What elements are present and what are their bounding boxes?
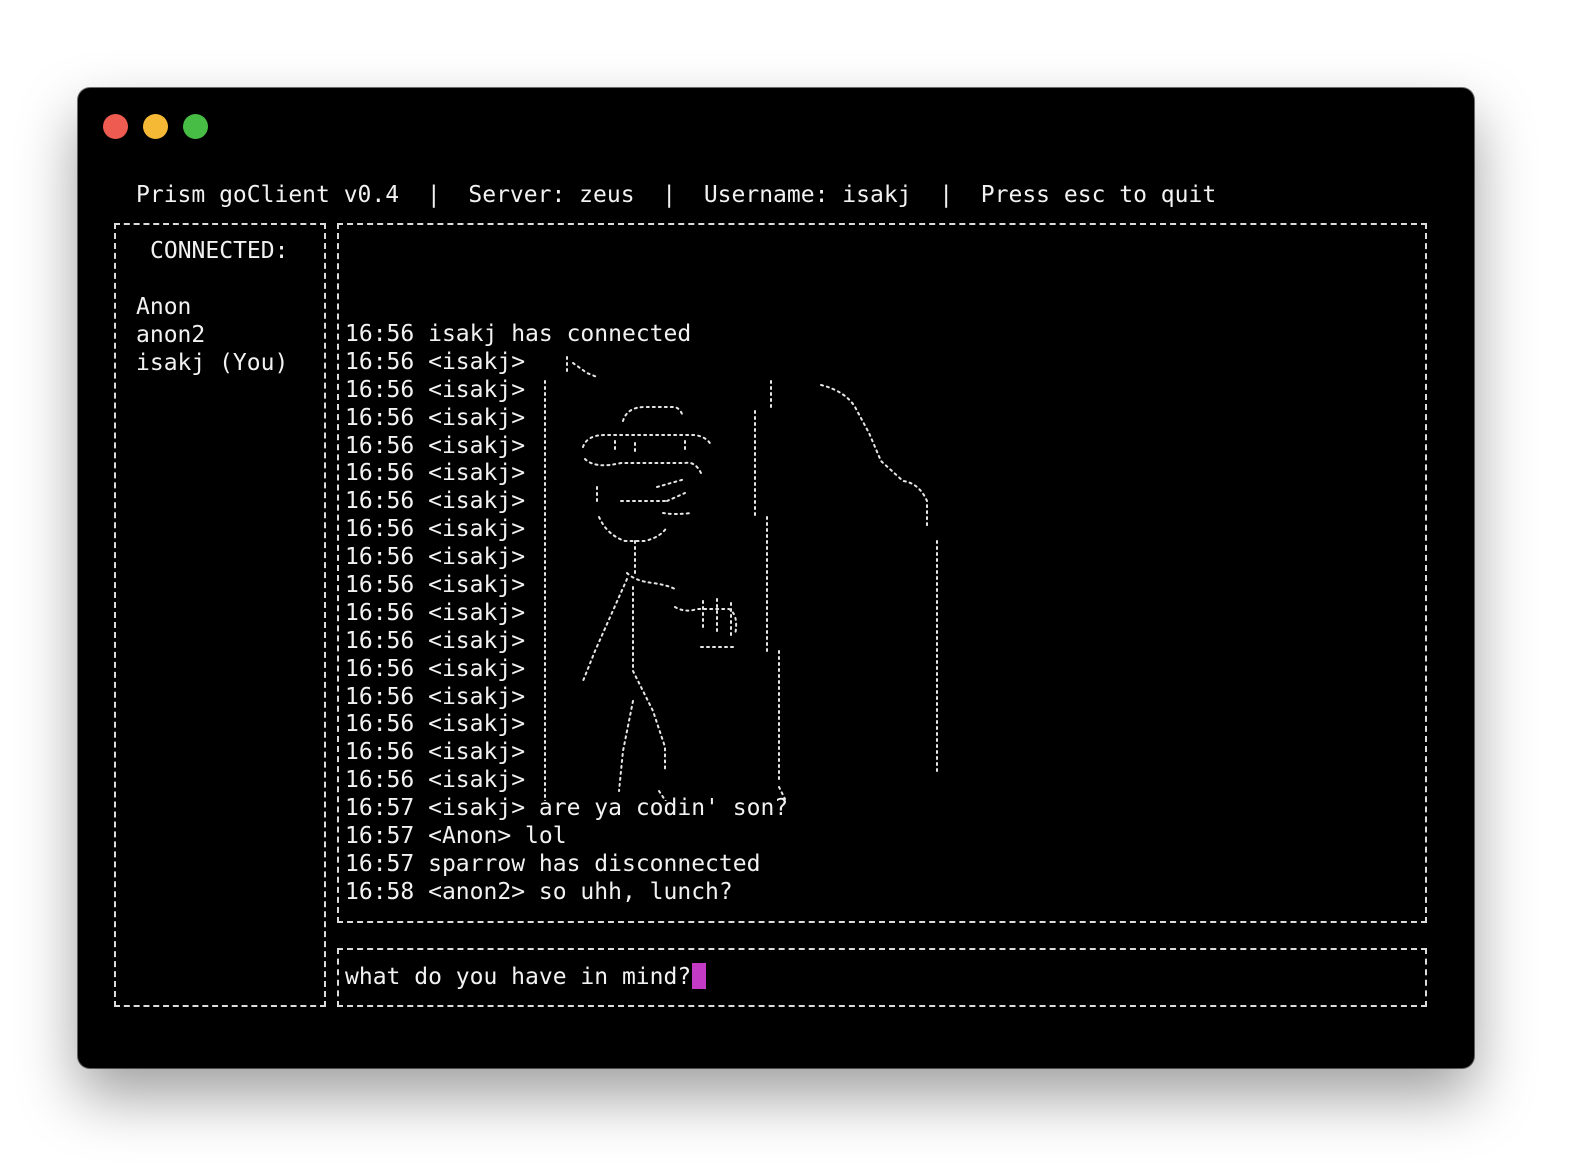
message-line: 16:58 <anon2> so uhh, lunch? [345,879,788,907]
message-text: <isakj> [428,516,526,543]
message-text: <isakj> [428,627,526,654]
message-text: sparrow has disconnected [428,850,761,877]
message-text: <isakj> [428,376,526,403]
server-name: Server: zeus [468,182,635,208]
connected-users-panel: CONNECTED: Anon anon2 isakj (You) [114,223,326,1007]
message-timestamp: 16:56 [345,321,415,347]
app-version: Prism goClient v0.4 [136,182,400,208]
ascii-art-figure [544,356,938,801]
message-text: <isakj> [428,739,526,766]
message-line: 16:56 isakj has connected [345,321,788,349]
user-list-item: isakj (You) [136,350,289,376]
quit-hint: Press esc to quit [980,182,1217,208]
message-timestamp: 16:56 [345,767,415,794]
message-timestamp: 16:56 [345,627,415,654]
message-text: <isakj> [428,404,526,431]
message-text: <isakj> [428,460,526,487]
message-timestamp: 16:57 [345,823,415,850]
user-list-item: Anon [136,294,192,320]
minimize-window-button[interactable] [143,114,168,139]
message-timestamp: 16:57 [345,795,415,822]
user-list-item: anon2 [136,322,206,348]
message-timestamp: 16:56 [345,516,415,543]
message-timestamp: 16:56 [345,711,415,738]
message-text: <isakj> [428,348,526,375]
connected-users-title: CONNECTED: [150,238,289,264]
message-text: <isakj> [428,655,526,682]
message-text: <isakj> [428,544,526,571]
message-text: <isakj> [428,683,526,710]
message-timestamp: 16:56 [345,376,415,403]
message-text: <isakj> [428,488,526,515]
status-header: Prism goClient v0.4 | Server: zeus | Use… [136,180,1216,210]
message-timestamp: 16:56 [345,572,415,599]
message-timestamp: 16:56 [345,404,415,431]
message-text: <Anon> lol [428,823,567,850]
message-timestamp: 16:56 [345,739,415,766]
message-text: isakj has connected [428,321,692,347]
message-timestamp: 16:56 [345,460,415,487]
message-timestamp: 16:56 [345,348,415,375]
message-log-panel[interactable]: 16:56 isakj has connected 16:56 <isakj> 16… [337,223,1427,923]
message-timestamp: 16:58 [345,878,415,905]
message-line: 16:57 <Anon> lol [345,823,788,851]
message-timestamp: 16:56 [345,432,415,459]
message-composer-panel[interactable]: what do you have in mind? [337,948,1427,1007]
connected-users-list: Anon anon2 isakj (You) [136,293,288,377]
message-timestamp: 16:56 [345,599,415,626]
close-window-button[interactable] [103,114,128,139]
message-timestamp: 16:56 [345,488,415,515]
message-line: 16:57 sparrow has disconnected [345,851,788,879]
header-separator: | [426,182,441,208]
message-timestamp: 16:56 [345,655,415,682]
message-timestamp: 16:57 [345,850,415,877]
message-text: <anon2> so uhh, lunch? [428,878,733,905]
zoom-window-button[interactable] [183,114,208,139]
text-cursor [692,963,707,989]
message-text: <isakj> [428,767,526,794]
message-text: <isakj> [428,432,526,459]
message-text: <isakj> [428,711,526,738]
header-separator: | [662,182,677,208]
header-separator: | [939,182,954,208]
message-text: <isakj> [428,599,526,626]
message-input-value: what do you have in mind? [345,964,692,990]
message-input[interactable]: what do you have in mind? [345,962,707,992]
message-timestamp: 16:56 [345,683,415,710]
message-timestamp: 16:56 [345,544,415,571]
current-username: Username: isakj [703,182,912,208]
message-text: <isakj> [428,572,526,599]
